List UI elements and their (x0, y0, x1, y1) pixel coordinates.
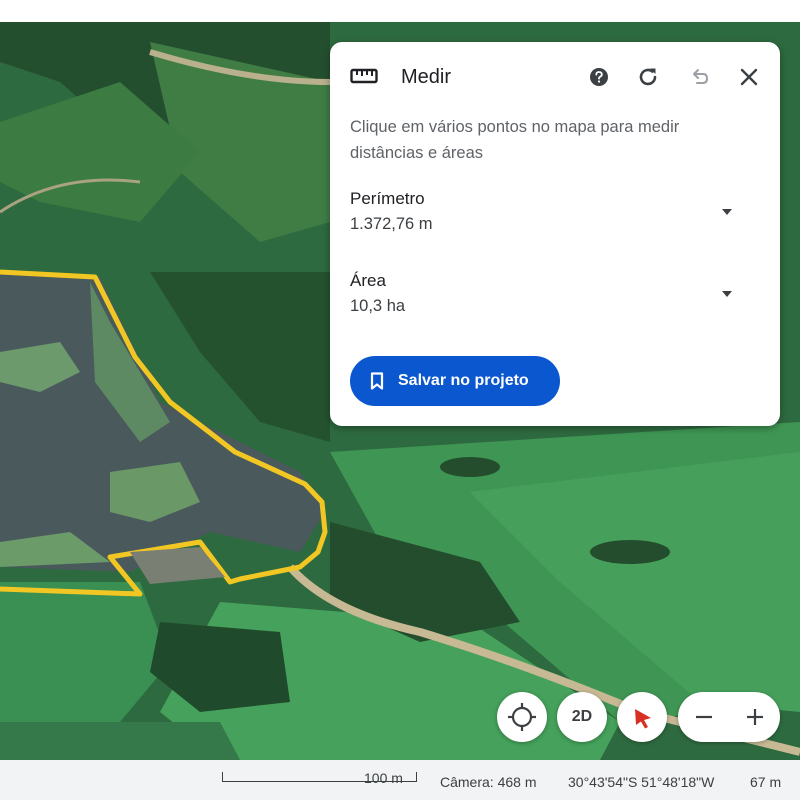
perimeter-value: 1.372,76 m (350, 215, 433, 233)
ruler-icon (350, 68, 378, 84)
measure-panel: Medir Clique em vários pontos no mapa pa… (330, 42, 780, 426)
refresh-button[interactable] (633, 62, 663, 92)
area-row[interactable]: Área 10,3 ha (350, 271, 750, 323)
refresh-icon (639, 68, 657, 86)
undo-button[interactable] (685, 62, 715, 92)
area-value: 10,3 ha (350, 297, 406, 315)
perimeter-label: Perímetro (350, 189, 425, 208)
panel-description: Clique em vários pontos no mapa para med… (350, 118, 680, 162)
measure-panel-header: Medir (330, 42, 780, 112)
zoom-out-icon (695, 715, 712, 719)
locate-button[interactable] (497, 692, 547, 742)
save-to-project-button[interactable]: Salvar no projeto (350, 356, 560, 406)
top-strip (0, 0, 800, 22)
help-button[interactable] (584, 62, 614, 92)
pegman-button[interactable] (617, 692, 667, 742)
status-bar: 100 m Câmera: 468 m 30°43'54"S 51°48'18"… (0, 760, 800, 800)
locate-icon (508, 703, 536, 731)
zoom-out-button[interactable] (678, 692, 729, 742)
panel-title: Medir (401, 66, 452, 88)
bookmark-icon (370, 372, 384, 390)
area-label: Área (350, 271, 386, 290)
chevron-down-icon (722, 291, 732, 297)
elevation: 67 m (750, 774, 782, 790)
undo-icon (693, 69, 709, 84)
cursor-coordinates: 30°43'54"S 51°48'18"W (568, 774, 715, 790)
help-icon (590, 68, 608, 86)
view-mode-label: 2D (571, 708, 593, 725)
scale-label: 100 m (364, 770, 403, 786)
view-mode-button[interactable]: 2D (557, 692, 607, 742)
zoom-controls (678, 692, 780, 742)
zoom-in-icon (746, 709, 763, 725)
pegman-icon (635, 709, 651, 729)
save-button-label: Salvar no projeto (398, 372, 529, 389)
camera-altitude: Câmera: 468 m (440, 774, 537, 790)
perimeter-row[interactable]: Perímetro 1.372,76 m (350, 189, 750, 241)
close-button[interactable] (734, 62, 764, 92)
zoom-in-button[interactable] (729, 692, 780, 742)
close-icon (740, 68, 758, 86)
chevron-down-icon (722, 209, 732, 215)
